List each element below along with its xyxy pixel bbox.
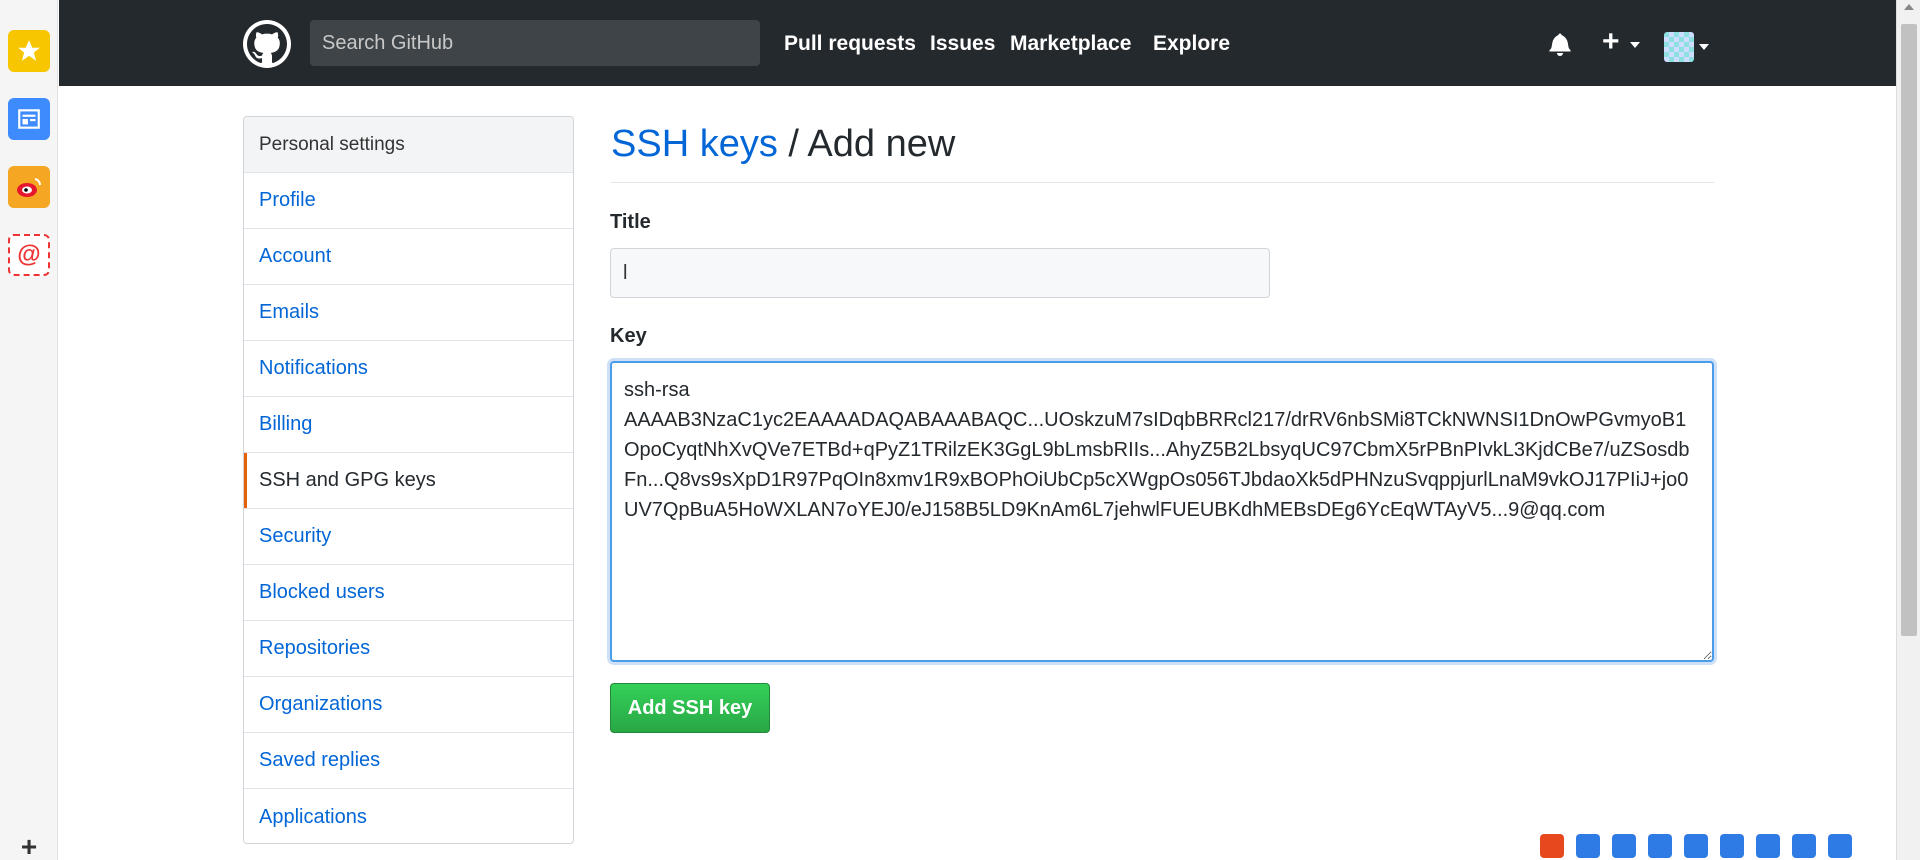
- sidebar-item-saved-replies[interactable]: Saved replies: [244, 733, 573, 789]
- title-label: Title: [610, 211, 651, 233]
- sidebar-item-blocked-users[interactable]: Blocked users: [244, 565, 573, 621]
- nav-explore[interactable]: Explore: [1153, 32, 1230, 56]
- scrollbar-thumb[interactable]: [1901, 24, 1917, 636]
- news-feed-icon[interactable]: [8, 98, 50, 140]
- github-logo-icon[interactable]: [243, 20, 291, 68]
- scroll-up-icon[interactable]: [1904, 4, 1914, 10]
- sidebar-item-billing[interactable]: Billing: [244, 397, 573, 453]
- page-scrollbar[interactable]: [1896, 0, 1920, 860]
- browser-dock: @ +: [0, 0, 58, 860]
- nav-marketplace[interactable]: Marketplace: [1010, 32, 1131, 56]
- ime-punctuation-icon[interactable]: [1612, 834, 1636, 858]
- notifications-bell-icon[interactable]: [1549, 32, 1571, 61]
- add-ssh-key-button[interactable]: Add SSH key: [610, 683, 770, 733]
- settings-wrench-icon[interactable]: [1828, 834, 1852, 858]
- nav-issues[interactable]: Issues: [930, 32, 995, 56]
- favorites-icon[interactable]: [8, 30, 50, 72]
- key-textarea[interactable]: ssh-rsa AAAAB3NzaC1yc2EAAAADAQABAAABAQC.…: [610, 361, 1714, 662]
- skin-icon[interactable]: [1792, 834, 1816, 858]
- nav-pull-requests[interactable]: Pull requests: [784, 32, 916, 56]
- sidebar-item-applications[interactable]: Applications: [244, 789, 573, 843]
- sidebar-item-profile[interactable]: Profile: [244, 173, 573, 229]
- sogou-ime-icon[interactable]: [1540, 834, 1564, 858]
- search-input[interactable]: Search GitHub: [310, 20, 760, 66]
- ssh-keys-breadcrumb-link[interactable]: SSH keys: [611, 123, 778, 165]
- ime-toolbar: [1540, 832, 1865, 860]
- weibo-icon[interactable]: [8, 166, 50, 208]
- sidebar-item-repositories[interactable]: Repositories: [244, 621, 573, 677]
- chevron-down-icon[interactable]: [1630, 42, 1640, 48]
- sidebar-item-ssh-gpg-keys[interactable]: SSH and GPG keys: [244, 453, 573, 509]
- settings-sidebar: Personal settings Profile Account Emails…: [243, 116, 574, 844]
- mail-icon[interactable]: @: [8, 234, 50, 276]
- site-header: Search GitHub Pull requests Issues Marke…: [59, 0, 1896, 86]
- sidebar-item-notifications[interactable]: Notifications: [244, 341, 573, 397]
- ime-mode-icon[interactable]: [1576, 834, 1600, 858]
- emoji-icon[interactable]: [1648, 834, 1672, 858]
- avatar[interactable]: [1664, 32, 1694, 62]
- sidebar-item-emails[interactable]: Emails: [244, 285, 573, 341]
- chevron-down-icon[interactable]: [1699, 44, 1709, 50]
- sidebar-item-organizations[interactable]: Organizations: [244, 677, 573, 733]
- sidebar-item-account[interactable]: Account: [244, 229, 573, 285]
- add-icon[interactable]: +: [16, 833, 42, 860]
- page-title-rest: / Add new: [777, 123, 956, 165]
- keyboard-icon[interactable]: [1720, 834, 1744, 858]
- sidebar-heading: Personal settings: [244, 117, 573, 173]
- microphone-icon[interactable]: [1684, 834, 1708, 858]
- key-label: Key: [610, 325, 647, 347]
- divider: [611, 182, 1714, 183]
- title-field[interactable]: [610, 248, 1270, 298]
- page-title: SSH keys / Add new: [611, 123, 955, 166]
- create-new-icon[interactable]: +: [1602, 27, 1620, 57]
- user-icon[interactable]: [1756, 834, 1780, 858]
- sidebar-item-security[interactable]: Security: [244, 509, 573, 565]
